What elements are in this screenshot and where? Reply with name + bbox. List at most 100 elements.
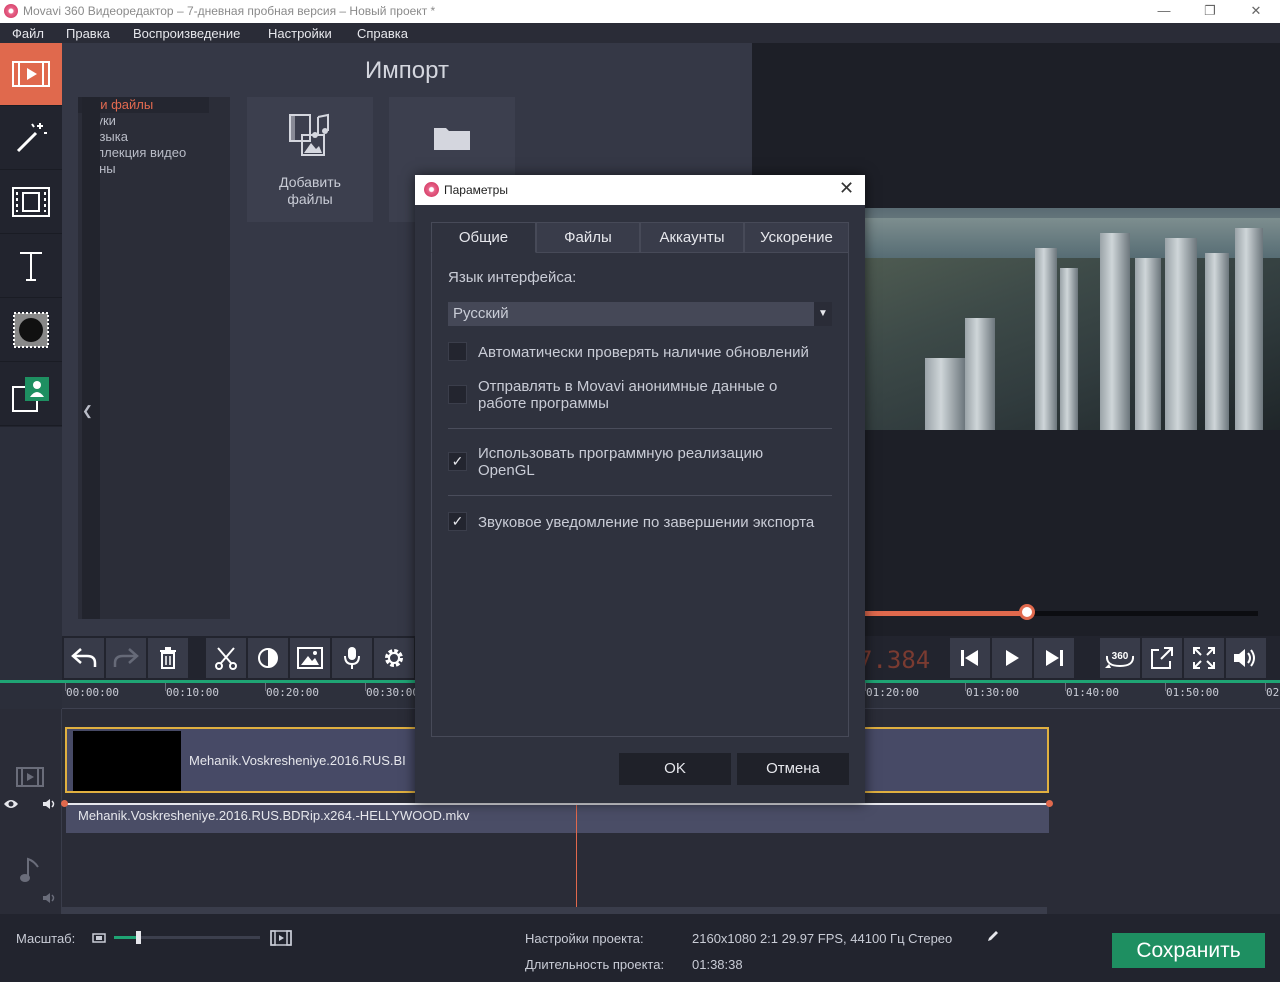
crop-image-icon[interactable] <box>290 638 330 678</box>
cut-icon[interactable] <box>206 638 246 678</box>
view-360-icon[interactable]: 360 <box>1100 638 1140 678</box>
zoom-label: Масштаб: <box>16 931 76 946</box>
option-export-sound-label: Звуковое уведомление по завершении экспо… <box>478 514 814 531</box>
tab-files[interactable]: Файлы <box>536 222 640 253</box>
add-files-label: Добавить файлы <box>247 174 373 208</box>
microphone-icon[interactable] <box>332 638 372 678</box>
menu-help[interactable]: Справка <box>357 26 408 41</box>
save-button[interactable]: Сохранить <box>1112 933 1265 968</box>
eye-icon[interactable] <box>3 798 19 810</box>
redo-icon[interactable] <box>106 638 146 678</box>
options-divider <box>448 428 832 429</box>
language-select[interactable]: Русский ▼ <box>448 302 832 326</box>
category-scrollbar[interactable] <box>82 97 100 619</box>
undo-icon[interactable] <box>64 638 104 678</box>
volume-keyframe[interactable] <box>1046 800 1053 807</box>
speaker-icon[interactable] <box>42 892 58 904</box>
playhead[interactable] <box>576 805 577 907</box>
ok-button[interactable]: OK <box>619 753 731 785</box>
video-clip-name: Mehanik.Voskresheniye.2016.RUS.BI <box>189 753 406 768</box>
import-media-icon[interactable] <box>0 43 62 106</box>
dropdown-arrow-icon[interactable]: ▼ <box>814 302 832 326</box>
callouts-icon[interactable] <box>0 363 62 426</box>
tick-label: 01:50:00 <box>1166 686 1219 699</box>
previous-frame-icon[interactable] <box>950 638 990 678</box>
add-files-label-line1: Добавить <box>279 174 341 190</box>
import-title: Импорт <box>365 57 449 84</box>
timeline-scrollbar[interactable] <box>62 907 1047 914</box>
option-auto-updates-label: Автоматически проверять наличие обновлен… <box>478 344 809 361</box>
dialog-title: Параметры <box>444 183 508 197</box>
volume-icon[interactable] <box>1226 638 1266 678</box>
option-label-line: работе программы <box>478 395 609 412</box>
color-adjust-icon[interactable] <box>248 638 288 678</box>
add-files-tile[interactable]: Добавить файлы <box>247 97 373 222</box>
minimize-icon[interactable]: — <box>1141 0 1187 23</box>
options-divider <box>448 495 832 496</box>
gear-icon[interactable] <box>374 638 414 678</box>
zoom-out-icon[interactable] <box>92 933 106 943</box>
titles-icon[interactable] <box>0 235 62 298</box>
svg-text:360: 360 <box>1112 651 1129 662</box>
dialog-titlebar: Параметры ✕ <box>415 175 865 205</box>
movavi-logo-icon <box>4 4 18 18</box>
audio-clip-name: Mehanik.Voskresheniye.2016.RUS.BDRip.x26… <box>78 808 470 823</box>
restore-icon[interactable]: ❐ <box>1187 0 1233 23</box>
tick-label: 01:40:00 <box>1066 686 1119 699</box>
add-files-icon <box>289 113 329 156</box>
option-label-line: Отправлять в Movavi анонимные данные о <box>478 378 778 395</box>
music-track-icon <box>20 857 39 882</box>
menu-file[interactable]: Файл <box>12 26 44 41</box>
delete-icon[interactable] <box>148 638 188 678</box>
cancel-button[interactable]: Отмена <box>737 753 849 785</box>
folder-icon <box>434 128 470 150</box>
close-icon[interactable]: ✕ <box>1233 0 1279 23</box>
video-track-icon <box>16 767 44 787</box>
language-value: Русский <box>453 305 509 322</box>
option-label-line: Использовать программную реализацию <box>478 445 764 462</box>
collapse-arrow-icon[interactable]: ❮ <box>82 403 93 419</box>
project-settings-label: Настройки проекта: <box>525 931 644 946</box>
tab-accounts[interactable]: Аккаунты <box>640 222 744 253</box>
checkbox-export-sound[interactable]: ✓ <box>448 512 467 531</box>
menu-playback[interactable]: Воспроизведение <box>133 26 240 41</box>
tick-label: 00:00:00 <box>66 686 119 699</box>
option-label-line: Звуковое уведомление по завершении экспо… <box>478 514 815 531</box>
fullscreen-icon[interactable] <box>1184 638 1224 678</box>
category-list: Мои файлы Звуки Музыка Коллекция видео Ф… <box>78 97 230 619</box>
transitions-icon[interactable] <box>0 299 62 362</box>
next-frame-icon[interactable] <box>1034 638 1074 678</box>
option-anonymous-data-label: Отправлять в Movavi анонимные данные о р… <box>478 378 777 412</box>
checkbox-software-opengl[interactable]: ✓ <box>448 452 467 471</box>
zoom-in-icon[interactable] <box>270 930 292 946</box>
settings-dialog: Параметры ✕ Общие Файлы Аккаунты Ускорен… <box>415 175 865 803</box>
popout-icon[interactable] <box>1142 638 1182 678</box>
zoom-slider-fill <box>114 936 138 939</box>
checkbox-auto-updates[interactable] <box>448 342 467 361</box>
dialog-close-icon[interactable]: ✕ <box>839 178 854 199</box>
playback-progress-knob[interactable] <box>1019 604 1035 620</box>
magic-wand-icon[interactable] <box>0 107 62 170</box>
audio-clip[interactable]: Mehanik.Voskresheniye.2016.RUS.BDRip.x26… <box>66 805 1049 833</box>
volume-keyframe[interactable] <box>61 800 68 807</box>
edit-pencil-icon[interactable] <box>986 929 1000 943</box>
tick-label: 01:20:00 <box>866 686 919 699</box>
tick-label: 01:30:00 <box>966 686 1019 699</box>
window-title: Movavi 360 Видеоредактор – 7-дневная про… <box>23 4 436 18</box>
menu-bar: Файл Правка Воспроизведение Настройки Сп… <box>0 23 1280 43</box>
option-software-opengl-label: Использовать программную реализацию Open… <box>478 445 763 479</box>
speaker-icon[interactable] <box>42 798 58 810</box>
tab-general[interactable]: Общие <box>431 222 536 253</box>
play-icon[interactable] <box>992 638 1032 678</box>
menu-edit[interactable]: Правка <box>66 26 110 41</box>
video-clip-thumbnail <box>73 731 181 791</box>
window-titlebar: Movavi 360 Видеоредактор – 7-дневная про… <box>0 0 1280 23</box>
option-label-line: Автоматически проверять наличие обновлен… <box>478 344 809 361</box>
tab-acceleration[interactable]: Ускорение <box>744 222 849 253</box>
zoom-slider-knob[interactable] <box>136 931 141 944</box>
filters-icon[interactable] <box>0 171 62 234</box>
checkbox-anonymous-data[interactable] <box>448 385 467 404</box>
tick-label: 00:10:00 <box>166 686 219 699</box>
video-preview <box>865 208 1280 430</box>
menu-settings[interactable]: Настройки <box>268 26 332 41</box>
